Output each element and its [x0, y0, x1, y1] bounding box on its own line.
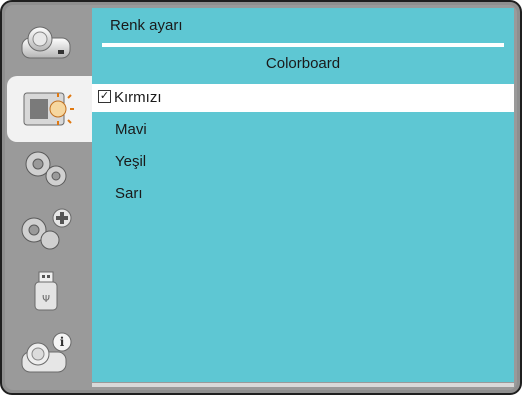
sidebar-item-info[interactable]: i: [9, 325, 83, 383]
menu-item-red[interactable]: ✓ Kırmızı: [92, 84, 514, 112]
content-panel: Renk ayarı Colorboard ✓ Kırmızı Mavi Yeşi…: [92, 8, 514, 382]
sidebar: Ψ i: [5, 5, 93, 390]
menu-item-yellow[interactable]: Sarı: [92, 178, 514, 210]
breadcrumb-divider: [102, 43, 504, 47]
projector-icon: [21, 26, 71, 59]
sidebar-item-display[interactable]: [7, 76, 93, 142]
gear-icon: [25, 151, 67, 187]
sidebar-item-usb[interactable]: Ψ: [9, 263, 83, 321]
usb-icon: Ψ: [34, 271, 58, 311]
menu-window-body: Ψ i Renk ayarı Colorboard ✓ Kırmızı Mavi…: [5, 5, 517, 390]
sidebar-item-setup[interactable]: [9, 139, 83, 197]
svg-text:i: i: [60, 335, 65, 349]
svg-text:Ψ: Ψ: [42, 294, 50, 305]
breadcrumb: Renk ayarı: [110, 17, 183, 34]
section-title: Colorboard: [265, 55, 341, 72]
menu-window: Ψ i Renk ayarı Colorboard ✓ Kırmızı Mavi…: [0, 0, 522, 395]
display-settings-icon: [23, 92, 74, 126]
menu-item-blue[interactable]: Mavi: [92, 114, 514, 146]
gear-plus-icon: [21, 208, 72, 250]
menu-item-label: Sarı: [115, 185, 143, 202]
menu-item-label: Kırmızı: [114, 89, 162, 106]
menu-item-green[interactable]: Yeşil: [92, 146, 514, 178]
sidebar-item-advanced[interactable]: [9, 201, 83, 259]
color-menu: ✓ Kırmızı Mavi Yeşil Sarı: [92, 84, 514, 210]
projector-info-icon: i: [21, 332, 72, 373]
sidebar-item-projector[interactable]: [9, 13, 83, 71]
bottom-strip: [92, 383, 514, 387]
checkbox[interactable]: ✓: [98, 89, 111, 103]
menu-item-label: Mavi: [115, 121, 147, 138]
menu-item-label: Yeşil: [115, 153, 147, 170]
